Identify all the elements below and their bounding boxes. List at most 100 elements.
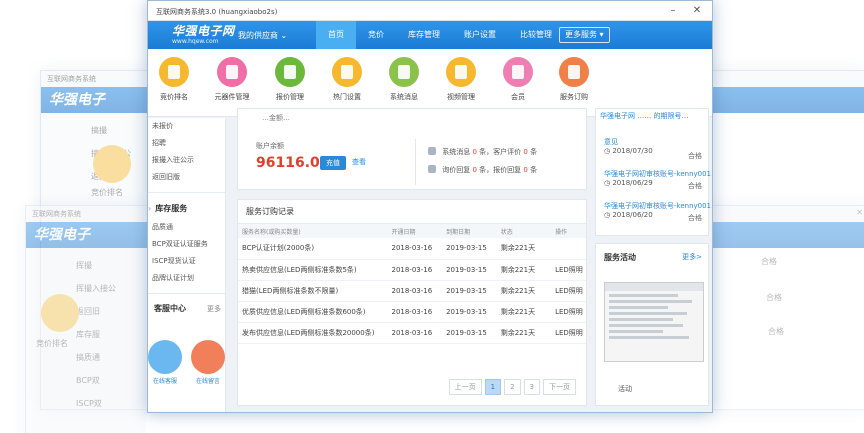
quick-item-messages[interactable]: 系统消息 (376, 57, 432, 102)
quick-item-label: 元器件管理 (214, 93, 250, 101)
service-orders-table: 服务名称(或购买数量) 开通日期 到期日期 状态 操作 BCP认证计划(2000… (238, 224, 586, 344)
customer-center-more-link[interactable]: 更多 (207, 300, 221, 318)
close-icon[interactable]: ✕ (690, 4, 704, 18)
view-link[interactable]: 查看 (352, 157, 366, 167)
service-orders-panel: 服务订购记录 服务名称(或购买数量) 开通日期 到期日期 状态 操作 BCP认证… (237, 199, 587, 406)
balance-value: 96116.00 (256, 155, 330, 171)
background-icon-label: 竞价排名 (91, 188, 123, 197)
online-service-label: 在线客服 (152, 378, 177, 385)
quick-item-hot-settings[interactable]: 热门设置 (319, 57, 375, 102)
end-date: 2019-03-15 (442, 238, 497, 260)
inquiry-reply-row[interactable]: 询价回复 0 条，报价回复 0 条 (428, 165, 537, 175)
end-date: 2019-03-15 (442, 301, 497, 323)
quick-access-bar: 竞价排名 元器件管理 报价管理 热门设置 系统消息 视频管理 会员 服务订购 (148, 49, 712, 117)
record-date-text: 2018/06/20 (612, 211, 653, 219)
quick-item-label: 会员 (511, 93, 525, 101)
sidebar-item[interactable]: 招聘 (148, 135, 225, 152)
document-icon (275, 57, 305, 87)
operation[interactable]: LED照明 (551, 280, 586, 302)
sidebar-item[interactable]: 未报价 (148, 118, 225, 135)
search-icon (148, 340, 182, 374)
quick-item-label: 视频管理 (447, 93, 475, 101)
leave-message-button[interactable]: 在线留言 (188, 340, 228, 385)
quick-item-service-order[interactable]: 服务订购 (546, 57, 602, 102)
window-title: 互联网商务系统3.0 (huangxiaobo2s) (156, 8, 278, 16)
background-sidebar-item: ISCP双 (76, 399, 102, 408)
member-icon (503, 57, 533, 87)
sidebar-item[interactable]: 返回旧版 (148, 169, 225, 186)
tab-home[interactable]: 首页 (316, 21, 356, 49)
minimize-icon[interactable]: – (666, 4, 680, 18)
status: 剩余221天 (496, 301, 552, 323)
background-sidebar-item: 库存服 (76, 330, 100, 339)
service-name: 优质供应信息(LED两侧标准条数600条) (238, 301, 388, 323)
system-message-row[interactable]: 系统消息 0 条，客户评价 0 条 (428, 147, 537, 157)
tab-account[interactable]: 账户设置 (452, 21, 508, 49)
quick-item-label: 竞价排名 (160, 93, 188, 101)
start-date: 2018-03-16 (387, 322, 443, 344)
operation[interactable]: LED照明 (551, 322, 586, 344)
verification-panel: 华强电子网 …… 的期限号… 意见 ◷ 2018/07/30 合格 华强电子网初… (595, 108, 711, 236)
pagination: 上一页 1 2 3 下一页 (448, 379, 576, 395)
supplier-dropdown[interactable]: 我的供应商 ⌄ (238, 30, 287, 41)
customer-center-label: 客服中心 (154, 304, 186, 313)
record-status: 合格 (688, 182, 702, 190)
prev-page-button[interactable]: 上一页 (448, 379, 482, 395)
column-header: 服务名称(或购买数量) (238, 224, 388, 238)
online-service-button[interactable]: 在线客服 (148, 340, 185, 385)
status: 剩余221天 (496, 280, 552, 302)
record-link[interactable]: 华强电子网 …… 的期限号… (600, 111, 688, 121)
user-icon (332, 57, 362, 87)
operation[interactable] (551, 238, 586, 260)
start-date: 2018-03-16 (387, 280, 443, 302)
sidebar-item[interactable]: 报撮入驻公示 (148, 152, 225, 169)
quick-item-video[interactable]: 视频管理 (433, 57, 489, 102)
table-header-row: 服务名称(或购买数量) 开通日期 到期日期 状态 操作 (238, 224, 586, 238)
sidebar-item[interactable]: 品牌认证计划 (148, 270, 225, 287)
end-date: 2019-03-15 (442, 322, 497, 344)
quick-item-quotes[interactable]: 报价管理 (262, 57, 318, 102)
account-panel: …金额… 账户余额 96116.00元 充值 查看 系统消息 0 条，客户评价 … (237, 108, 587, 190)
operation[interactable]: LED照明 (551, 301, 586, 323)
tab-bidding[interactable]: 竞价 (356, 21, 396, 49)
message-mid: 条，客户评价 (479, 148, 522, 156)
record-link[interactable]: 华强电子网初审核账号-kenny001 (604, 201, 711, 211)
sidebar-item[interactable]: ISCP现货认证 (148, 253, 225, 270)
record-link[interactable]: 意见 (604, 137, 653, 147)
page-2-button[interactable]: 2 (504, 379, 521, 395)
table-row: 发布供应信息(LED两侧标准条数20000条) 2018-03-16 2019-… (238, 322, 586, 344)
background-status: 合格 (768, 327, 784, 336)
background-sidebar-item: 挥撮 (76, 261, 92, 270)
divider (415, 139, 416, 185)
sidebar-item[interactable]: 品质通 (148, 219, 225, 236)
balance-label: 账户余额 (256, 142, 284, 150)
message-count: 0 (472, 166, 477, 174)
inventory-services-heading[interactable]: › 库存服务 (148, 199, 225, 219)
quick-item-member[interactable]: 会员 (490, 57, 546, 102)
quick-item-label: 热门设置 (333, 93, 361, 101)
record-date-text: 2018/06/29 (612, 179, 653, 187)
activity-screenshot-thumbnail[interactable] (604, 282, 704, 362)
site-logo[interactable]: 华强电子网 www.hqew.com (172, 24, 235, 46)
recharge-button[interactable]: 充值 (320, 156, 346, 170)
record-status: 合格 (688, 214, 702, 222)
service-activity-panel: 服务活动 更多> 活动 (595, 243, 709, 406)
quick-item-components[interactable]: 元器件管理 (204, 57, 260, 102)
page-1-button[interactable]: 1 (484, 379, 502, 395)
page-3-button[interactable]: 3 (523, 379, 540, 395)
chart-icon (93, 145, 131, 183)
service-name: 猎猫(LED两侧标准条数不限量) (238, 280, 388, 302)
next-page-button[interactable]: 下一页 (543, 379, 576, 395)
quick-item-bidding[interactable]: 竞价排名 (148, 57, 202, 102)
service-activity-more-link[interactable]: 更多> (682, 252, 702, 262)
more-services-button[interactable]: 更多服务 ▾ (559, 27, 610, 43)
record-link[interactable]: 华强电子网初审核账号-kenny001 (604, 169, 711, 179)
message-tail: 条 (530, 148, 538, 156)
tab-inventory[interactable]: 库存管理 (396, 21, 452, 49)
tab-compare[interactable]: 比较管理 (508, 21, 564, 49)
sidebar-item[interactable]: BCP双证认证服务 (148, 236, 225, 253)
background-sidebar-item: BCP双 (76, 376, 100, 385)
table-row: 热卖供应信息(LED两侧标准条数5条) 2018-03-16 2019-03-1… (238, 259, 586, 281)
activity-caption: 活动 (618, 385, 632, 393)
operation[interactable]: LED照明 (551, 259, 586, 281)
